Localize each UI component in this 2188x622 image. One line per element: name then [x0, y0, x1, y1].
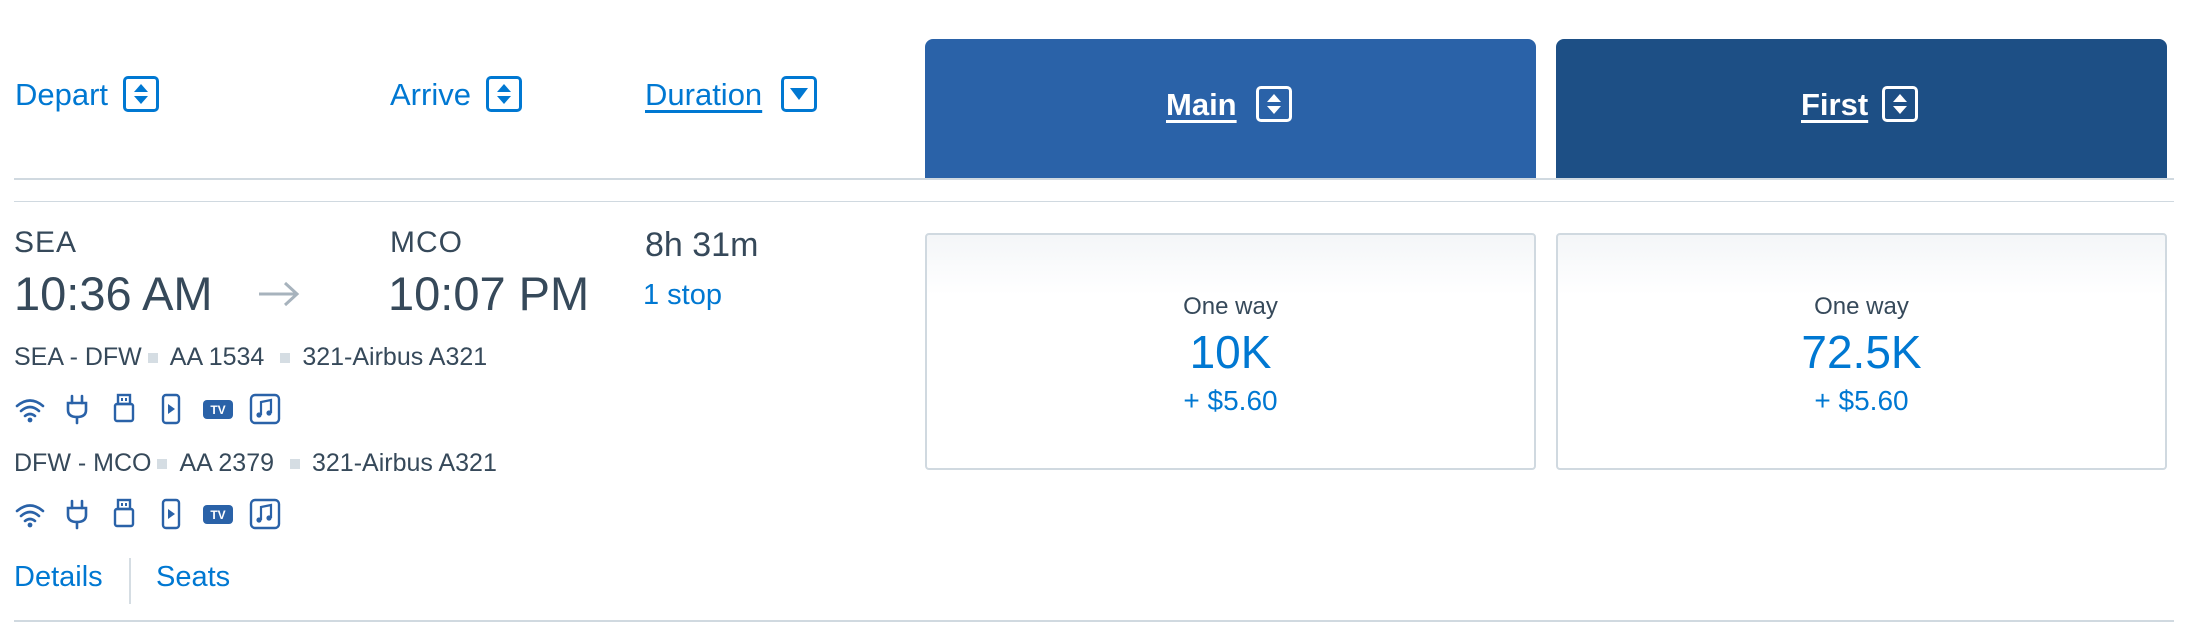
segment-route: SEA - DFW — [14, 343, 142, 371]
fare-taxes: + $5.60 — [1183, 385, 1278, 416]
details-link[interactable]: Details — [14, 561, 103, 594]
arrive-time: 10:07 PM — [388, 267, 590, 320]
tab-main-label[interactable]: Main — [1166, 87, 1237, 123]
tv-icon-text: TV — [210, 508, 225, 522]
sort-first-icon[interactable] — [1882, 86, 1918, 122]
fare-type-label: One way — [1814, 293, 1909, 320]
music-icon — [249, 393, 281, 425]
segment-2-info: DFW - MCO AA 2379 321-Airbus A321 — [14, 447, 497, 479]
wifi-icon — [14, 498, 46, 530]
link-divider — [129, 558, 131, 604]
fare-card-main[interactable]: One way 10K + $5.60 — [925, 233, 1536, 470]
tv-icon: TV — [202, 498, 234, 530]
depart-time: 10:36 AM — [14, 267, 213, 320]
sort-duration-desc-icon[interactable] — [781, 76, 817, 112]
origin-airport: SEA — [14, 226, 78, 259]
segment-route: DFW - MCO — [14, 449, 152, 477]
segment-2-amenities: TV — [14, 498, 281, 530]
usb-icon — [108, 393, 140, 425]
segment-1-amenities: TV — [14, 393, 281, 425]
segment-flight-number: AA 1534 — [169, 343, 265, 371]
fare-points: 72.5K — [1801, 326, 1922, 378]
sort-depart-label: Depart — [15, 77, 109, 112]
sort-arrive-label: Arrive — [390, 77, 471, 112]
header-divider — [14, 178, 2174, 180]
separator — [280, 353, 291, 363]
separator — [147, 353, 158, 363]
sort-duration-label: Duration — [645, 77, 763, 112]
music-icon — [249, 498, 281, 530]
segment-aircraft: 321-Airbus A321 — [312, 449, 497, 477]
wifi-icon — [14, 393, 46, 425]
stops-link[interactable]: 1 stop — [643, 279, 722, 312]
sort-main-icon[interactable] — [1256, 86, 1292, 122]
fare-taxes: + $5.60 — [1814, 385, 1909, 416]
segment-1-info: SEA - DFW AA 1534 321-Airbus A321 — [14, 341, 487, 373]
device-entertainment-icon — [155, 393, 187, 425]
tv-icon-text: TV — [210, 403, 225, 417]
sort-duration-link[interactable]: Duration — [645, 75, 762, 115]
fare-points: 10K — [1189, 326, 1272, 378]
separator — [157, 459, 168, 469]
fare-card-first[interactable]: One way 72.5K + $5.60 — [1556, 233, 2167, 470]
segment-flight-number: AA 2379 — [179, 449, 274, 477]
power-outlet-icon — [61, 393, 93, 425]
flight-duration: 8h 31m — [645, 226, 759, 264]
usb-icon — [108, 498, 140, 530]
row-divider-top — [14, 201, 2174, 202]
destination-airport: MCO — [390, 226, 463, 259]
power-outlet-icon — [61, 498, 93, 530]
tv-icon: TV — [202, 393, 234, 425]
sort-depart-link[interactable]: Depart — [15, 75, 108, 115]
arrow-right-icon — [257, 279, 301, 314]
seats-link[interactable]: Seats — [156, 561, 230, 594]
segment-aircraft: 321-Airbus A321 — [302, 343, 488, 371]
tab-first-label[interactable]: First — [1801, 87, 1868, 123]
sort-arrive-icon[interactable] — [486, 76, 522, 112]
device-entertainment-icon — [155, 498, 187, 530]
separator — [290, 459, 300, 469]
sort-depart-icon[interactable] — [123, 76, 159, 112]
sort-arrive-link[interactable]: Arrive — [390, 75, 471, 115]
fare-type-label: One way — [1183, 293, 1278, 320]
